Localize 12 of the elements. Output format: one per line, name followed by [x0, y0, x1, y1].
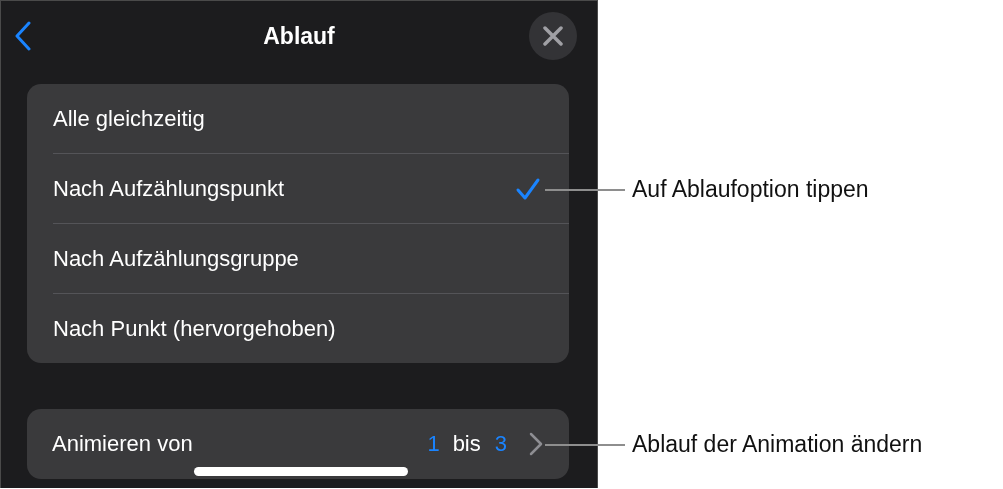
option-row[interactable]: Alle gleichzeitig [53, 84, 569, 153]
animate-row[interactable]: Animieren von 1 bis 3 [27, 409, 569, 479]
callout-text: Ablauf der Animation ändern [632, 431, 923, 458]
option-row[interactable]: Nach Aufzählungsgruppe [53, 223, 569, 293]
back-icon[interactable] [13, 21, 33, 51]
close-button[interactable] [529, 12, 577, 60]
callout-text: Auf Ablaufoption tippen [632, 176, 869, 203]
close-icon [543, 26, 563, 46]
chevron-icon [529, 432, 543, 456]
option-row[interactable]: Nach Punkt (hervorgehoben) [53, 293, 569, 363]
panel-title: Ablauf [263, 22, 335, 50]
option-row[interactable]: Nach Aufzählungspunkt [53, 153, 569, 223]
